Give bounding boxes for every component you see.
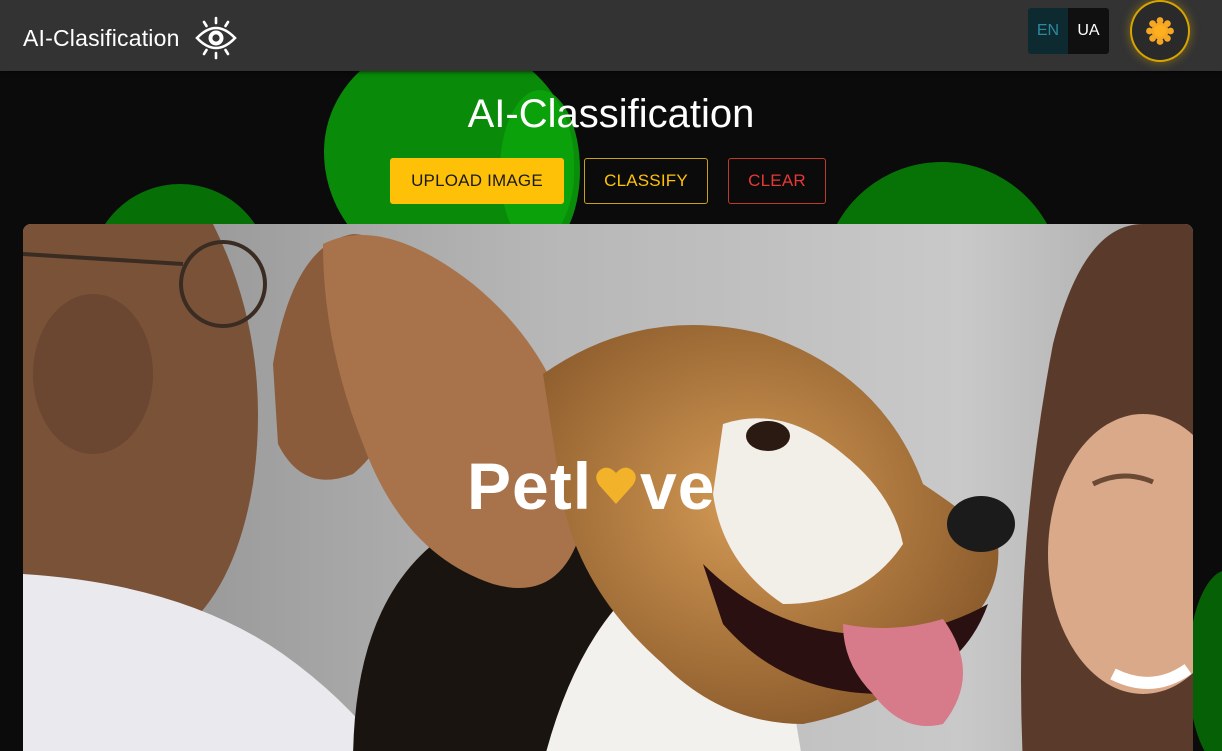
decorative-blob — [1188, 570, 1222, 751]
language-switcher: EN UA — [1028, 8, 1109, 54]
eye-icon — [194, 16, 237, 60]
page-title: AI-Classification — [467, 92, 755, 136]
top-bar: AI-Clasification EN UA — [0, 0, 1222, 71]
logo-text-end: ve — [640, 449, 716, 523]
theme-toggle-button[interactable] — [1130, 0, 1190, 62]
language-ua-button[interactable]: UA — [1068, 8, 1109, 54]
petlove-logo: Petl ve — [467, 449, 716, 523]
upload-image-button[interactable]: UPLOAD IMAGE — [390, 158, 564, 204]
action-bar: UPLOAD IMAGE CLASSIFY CLEAR — [390, 158, 826, 204]
sun-icon — [1146, 17, 1174, 45]
classify-button[interactable]: CLASSIFY — [584, 158, 708, 204]
brand[interactable]: AI-Clasification — [23, 16, 238, 60]
heart-icon — [596, 467, 636, 504]
language-en-button[interactable]: EN — [1028, 8, 1068, 54]
page: AI-Clasification EN UA AI-Classification… — [0, 0, 1222, 751]
app-title: AI-Clasification — [23, 24, 180, 51]
logo-text-start: Petl — [467, 449, 593, 523]
clear-button[interactable]: CLEAR — [728, 158, 826, 204]
image-preview: Petl ve — [23, 224, 1193, 751]
